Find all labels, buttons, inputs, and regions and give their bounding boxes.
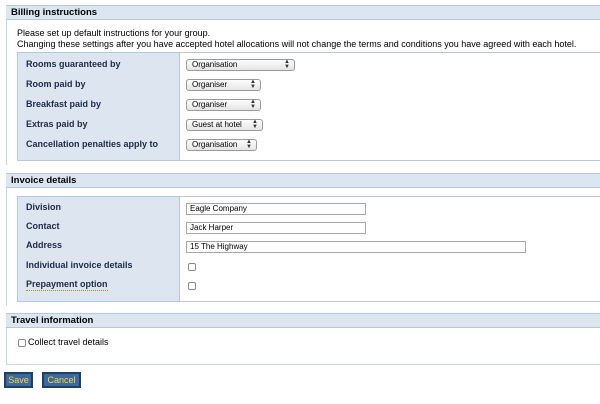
rooms-guaranteed-label: Rooms guaranteed by [26, 59, 121, 69]
room-paid-value: Organiser [192, 80, 228, 89]
room-paid-select[interactable]: Organiser ▲ ▼ [186, 79, 261, 91]
select-arrows-icon: ▲ ▼ [284, 59, 290, 70]
division-label: Division [26, 202, 62, 212]
contact-input[interactable]: Jack Harper [186, 222, 366, 234]
invoice-section-title: Invoice details [6, 173, 600, 188]
invoice-form-table: Division Eagle Company Contact Jack Harp… [17, 196, 600, 302]
extras-paid-select[interactable]: Guest at hotel ▲ ▼ [186, 119, 263, 131]
breakfast-paid-value: Organiser [192, 100, 228, 109]
cancel-button[interactable]: Cancel [42, 372, 81, 388]
collect-travel-label: Collect travel details [28, 337, 109, 347]
billing-section-title: Billing instructions [6, 5, 600, 20]
contact-label: Contact [26, 221, 60, 231]
billing-intro-line-1: Please set up default instructions for y… [17, 28, 211, 38]
breakfast-paid-label: Breakfast paid by [26, 99, 102, 109]
rooms-guaranteed-value: Organisation [192, 60, 238, 69]
save-button[interactable]: Save [4, 372, 33, 388]
billing-intro-line-2: Changing these settings after you have a… [17, 39, 577, 49]
cancellation-penalties-value: Organisation [192, 140, 238, 149]
division-input[interactable]: Eagle Company [186, 203, 366, 215]
rooms-guaranteed-select[interactable]: Organisation ▲ ▼ [186, 59, 295, 71]
cancellation-penalties-label: Cancellation penalties apply to [26, 139, 159, 149]
select-arrows-icon: ▲ ▼ [252, 119, 258, 130]
address-label: Address [26, 240, 63, 250]
cancellation-penalties-select[interactable]: Organisation ▲ ▼ [186, 139, 257, 151]
room-paid-label: Room paid by [26, 79, 86, 89]
breakfast-paid-select[interactable]: Organiser ▲ ▼ [186, 99, 261, 111]
select-arrows-icon: ▲ ▼ [250, 99, 256, 110]
individual-invoice-label: Individual invoice details [26, 260, 133, 270]
individual-invoice-checkbox[interactable] [188, 263, 196, 271]
address-input[interactable]: 15 The Highway [186, 241, 526, 253]
billing-form-table: Rooms guaranteed by Organisation ▲ ▼ Room… [17, 52, 600, 161]
prepayment-label-text: Prepayment option [26, 279, 108, 291]
travel-section-title: Travel information [6, 313, 600, 328]
extras-paid-label: Extras paid by [26, 119, 88, 129]
extras-paid-value: Guest at hotel [192, 120, 242, 129]
collect-travel-checkbox[interactable] [18, 339, 26, 347]
prepayment-label: Prepayment option [26, 279, 108, 291]
prepayment-checkbox[interactable] [188, 282, 196, 290]
select-arrows-icon: ▲ ▼ [246, 139, 252, 150]
select-arrows-icon: ▲ ▼ [250, 79, 256, 90]
